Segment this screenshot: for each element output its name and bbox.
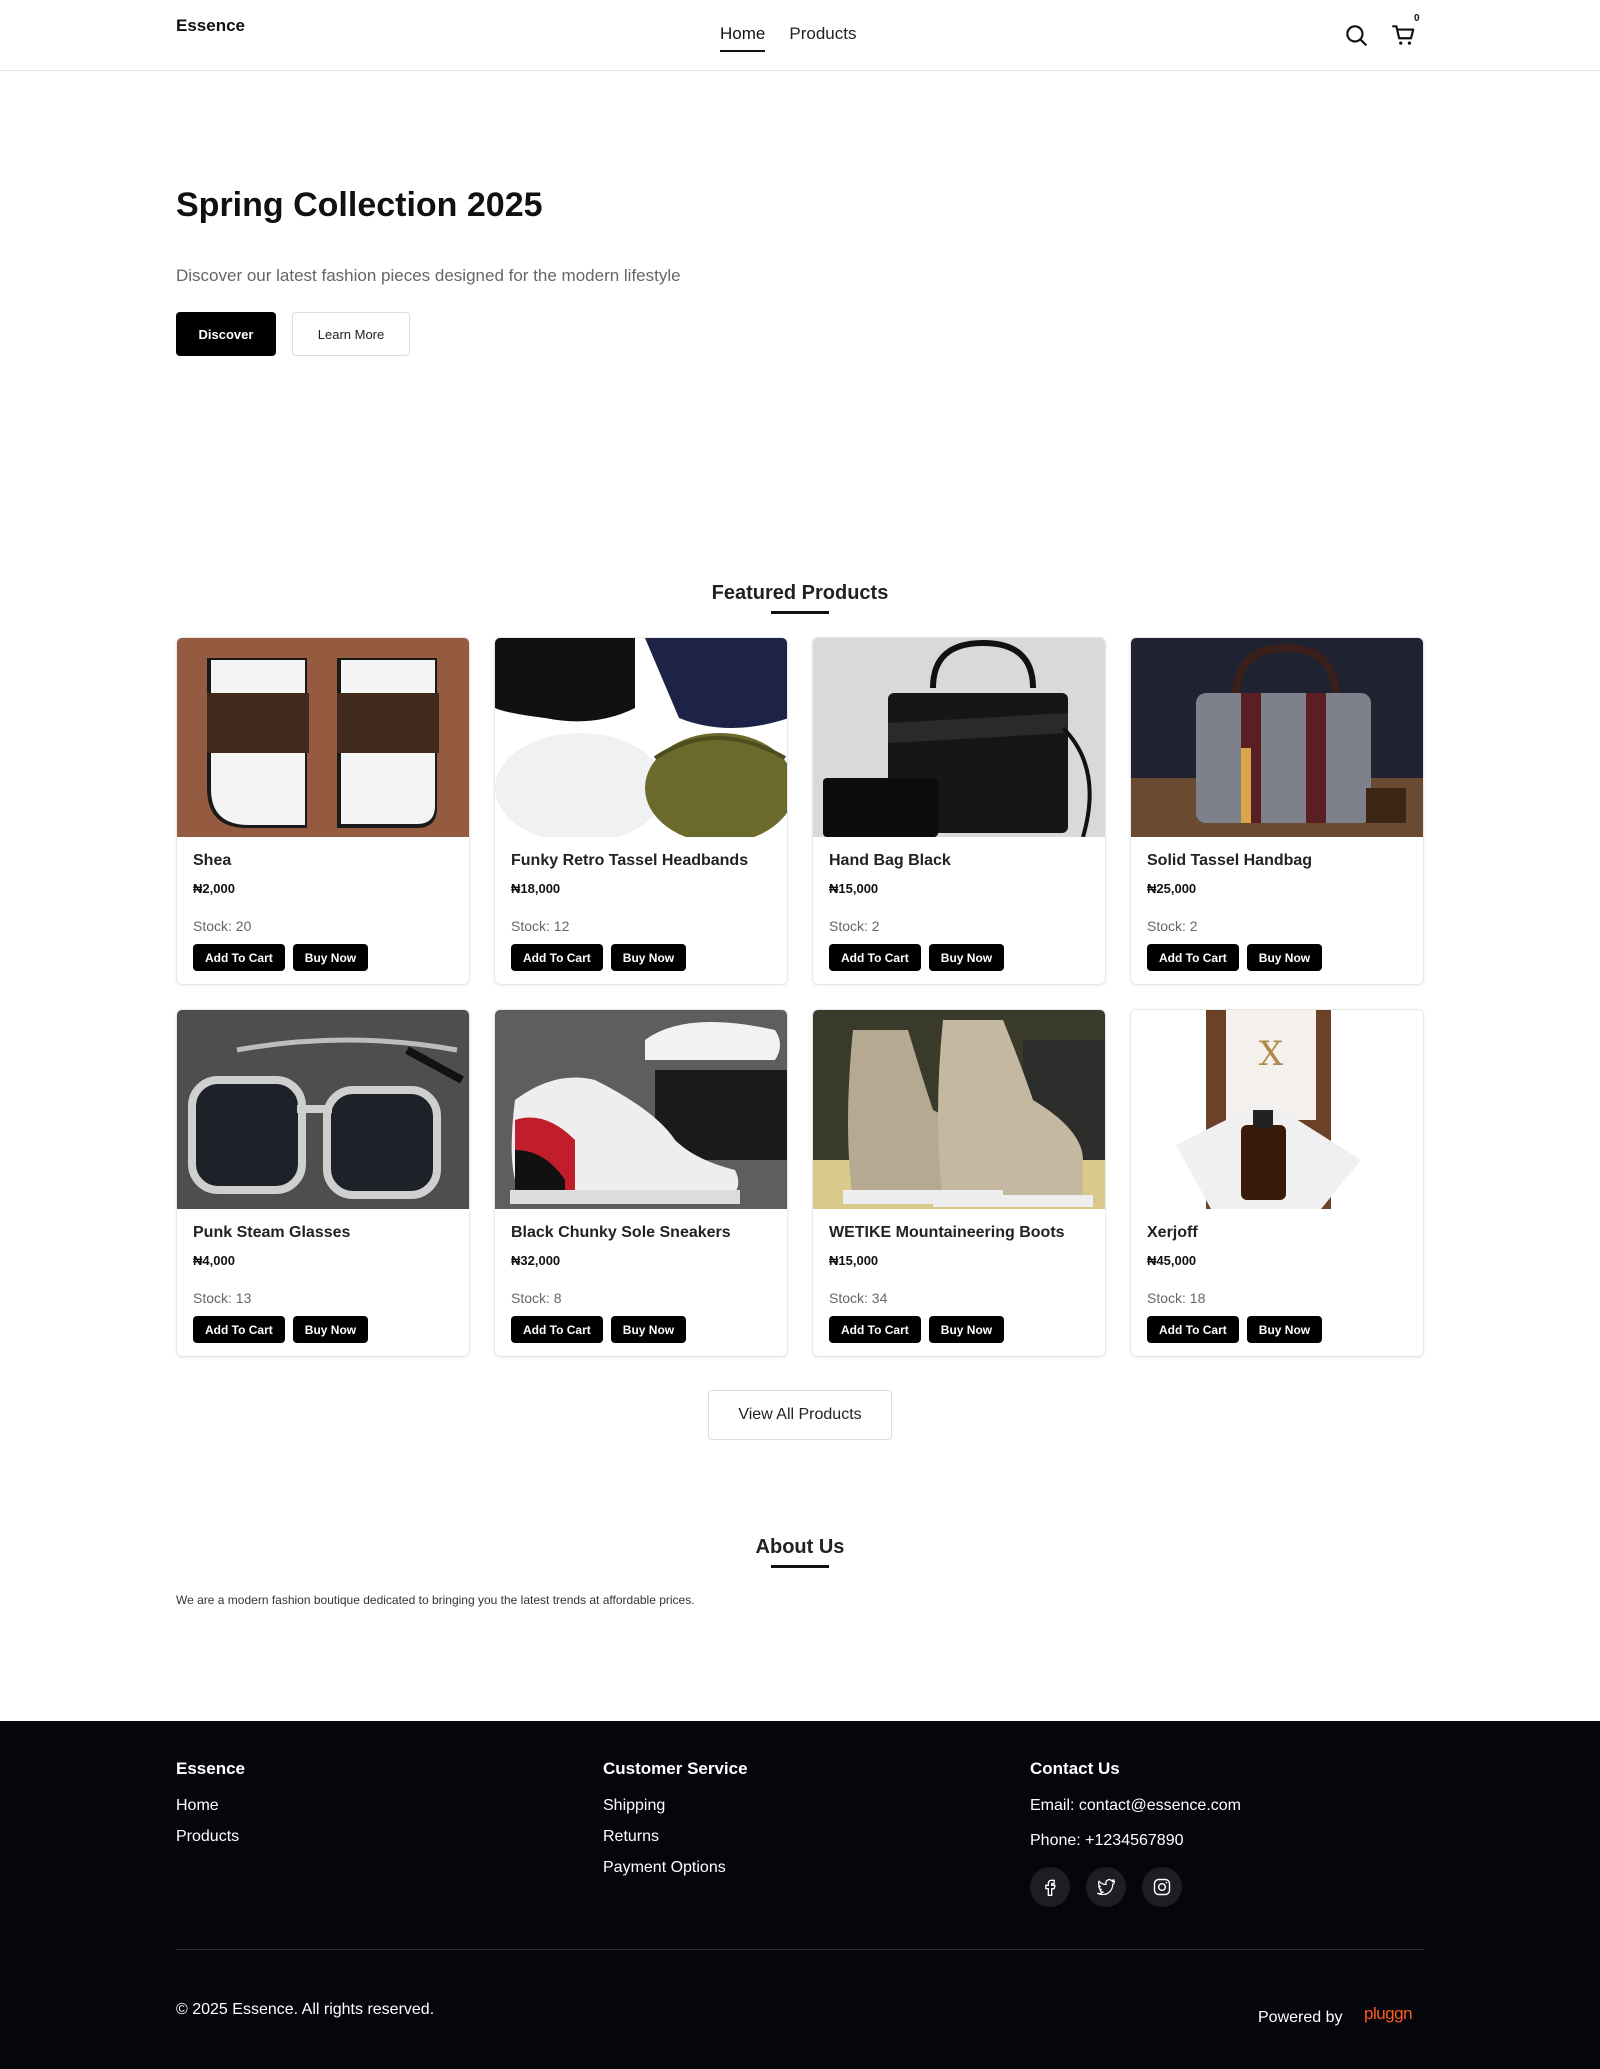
copyright-text: © 2025 Essence. All rights reserved.: [176, 2001, 435, 2018]
product-card[interactable]: Punk Steam Glasses ₦4,000 Stock: 13 Add …: [176, 1009, 470, 1357]
footer-col-customer-service: Customer Service Shipping Returns Paymen…: [603, 1759, 748, 1890]
site-header: Essence Home Products 0: [0, 0, 1600, 71]
product-price: ₦15,000: [829, 1253, 879, 1268]
product-stock: Stock: 20: [193, 918, 252, 934]
product-price: ₦2,000: [193, 881, 235, 896]
view-all-products-button[interactable]: View All Products: [708, 1390, 892, 1440]
product-price: ₦4,000: [193, 1253, 235, 1268]
product-card[interactable]: WETIKE Mountaineering Boots ₦15,000 Stoc…: [812, 1009, 1106, 1357]
product-image-tassel-handbag[interactable]: [1131, 638, 1424, 837]
buy-now-button[interactable]: Buy Now: [610, 1316, 687, 1343]
product-stock: Stock: 2: [1147, 918, 1198, 934]
product-stock: Stock: 18: [1147, 1290, 1206, 1306]
nav-products[interactable]: Products: [789, 24, 856, 52]
add-to-cart-button[interactable]: Add To Cart: [829, 1316, 921, 1343]
footer-link-products[interactable]: Products: [176, 1828, 245, 1846]
main-nav: Home Products: [720, 24, 856, 52]
product-card[interactable]: Black Chunky Sole Sneakers ₦32,000 Stock…: [494, 1009, 788, 1357]
add-to-cart-button[interactable]: Add To Cart: [1147, 1316, 1239, 1343]
social-links: [1030, 1867, 1241, 1907]
add-to-cart-button[interactable]: Add To Cart: [1147, 944, 1239, 971]
featured-title: Featured Products: [711, 582, 889, 604]
buy-now-button[interactable]: Buy Now: [1246, 1316, 1323, 1343]
footer-link-returns[interactable]: Returns: [603, 1828, 748, 1846]
product-card[interactable]: Shea ₦2,000 Stock: 20 Add To Cart Buy No…: [176, 637, 470, 985]
hero-title: Spring Collection 2025: [176, 186, 543, 224]
featured-title-underline: [771, 611, 829, 614]
about-title-underline: [771, 1565, 829, 1568]
product-image-sandals[interactable]: [177, 638, 470, 837]
buy-now-button[interactable]: Buy Now: [292, 1316, 369, 1343]
footer-link-payment-options[interactable]: Payment Options: [603, 1859, 748, 1877]
buy-now-button[interactable]: Buy Now: [928, 1316, 1005, 1343]
product-name[interactable]: WETIKE Mountaineering Boots: [829, 1224, 1065, 1242]
twitter-icon[interactable]: [1086, 1867, 1126, 1907]
footer-col-contact: Contact Us Email: contact@essence.com Ph…: [1030, 1759, 1241, 1907]
pluggn-logo[interactable]: pluggn: [1364, 2004, 1413, 2024]
product-price: ₦25,000: [1147, 881, 1197, 896]
add-to-cart-button[interactable]: Add To Cart: [193, 1316, 285, 1343]
footer-brand-title: Essence: [176, 1759, 245, 1778]
product-name[interactable]: Shea: [193, 852, 231, 870]
footer-email: Email: contact@essence.com: [1030, 1797, 1241, 1814]
about-title: About Us: [755, 1536, 845, 1558]
product-stock: Stock: 8: [511, 1290, 562, 1306]
product-image-glasses[interactable]: [177, 1010, 470, 1209]
hero-subtitle: Discover our latest fashion pieces desig…: [176, 266, 681, 285]
product-image-headbands[interactable]: [495, 638, 788, 837]
discover-button[interactable]: Discover: [176, 312, 276, 356]
nav-home[interactable]: Home: [720, 24, 766, 52]
product-image-perfume[interactable]: X: [1131, 1010, 1424, 1209]
product-grid: Shea ₦2,000 Stock: 20 Add To Cart Buy No…: [176, 637, 1424, 1357]
footer-cs-title: Customer Service: [603, 1759, 748, 1778]
product-stock: Stock: 13: [193, 1290, 252, 1306]
svg-text:X: X: [1259, 1034, 1284, 1074]
product-name[interactable]: Punk Steam Glasses: [193, 1224, 350, 1242]
product-stock: Stock: 34: [829, 1290, 888, 1306]
add-to-cart-button[interactable]: Add To Cart: [511, 944, 603, 971]
add-to-cart-button[interactable]: Add To Cart: [511, 1316, 603, 1343]
product-price: ₦15,000: [829, 881, 879, 896]
search-icon[interactable]: [1343, 22, 1369, 48]
product-card[interactable]: X Xerjoff ₦45,000 Stock: 18 Add To Cart …: [1130, 1009, 1424, 1357]
buy-now-button[interactable]: Buy Now: [928, 944, 1005, 971]
footer-divider: [176, 1949, 1424, 1950]
site-footer: Essence Home Products Customer Service S…: [0, 1721, 1600, 2069]
product-name[interactable]: Black Chunky Sole Sneakers: [511, 1224, 731, 1242]
buy-now-button[interactable]: Buy Now: [1246, 944, 1323, 971]
cart-icon[interactable]: [1391, 22, 1417, 48]
product-stock: Stock: 2: [829, 918, 880, 934]
footer-link-home[interactable]: Home: [176, 1797, 245, 1815]
product-price: ₦32,000: [511, 1253, 561, 1268]
product-card[interactable]: Hand Bag Black ₦15,000 Stock: 2 Add To C…: [812, 637, 1106, 985]
add-to-cart-button[interactable]: Add To Cart: [829, 944, 921, 971]
learn-more-button[interactable]: Learn More: [292, 312, 410, 356]
product-card[interactable]: Solid Tassel Handbag ₦25,000 Stock: 2 Ad…: [1130, 637, 1424, 985]
instagram-icon[interactable]: [1142, 1867, 1182, 1907]
footer-phone: Phone: +1234567890: [1030, 1832, 1184, 1849]
product-image-boots[interactable]: [813, 1010, 1106, 1209]
buy-now-button[interactable]: Buy Now: [610, 944, 687, 971]
brand-logo[interactable]: Essence: [176, 16, 245, 36]
product-image-sneakers[interactable]: [495, 1010, 788, 1209]
product-price: ₦18,000: [511, 881, 561, 896]
product-price: ₦45,000: [1147, 1253, 1197, 1268]
product-name[interactable]: Solid Tassel Handbag: [1147, 852, 1312, 870]
footer-link-shipping[interactable]: Shipping: [603, 1797, 748, 1815]
product-card[interactable]: Funky Retro Tassel Headbands ₦18,000 Sto…: [494, 637, 788, 985]
product-name[interactable]: Xerjoff: [1147, 1224, 1198, 1242]
buy-now-button[interactable]: Buy Now: [292, 944, 369, 971]
add-to-cart-button[interactable]: Add To Cart: [193, 944, 285, 971]
product-name[interactable]: Hand Bag Black: [829, 852, 951, 870]
footer-contact-title: Contact Us: [1030, 1759, 1120, 1778]
product-name[interactable]: Funky Retro Tassel Headbands: [511, 852, 748, 870]
footer-col-brand: Essence Home Products: [176, 1759, 245, 1859]
cart-count-badge: 0: [1414, 13, 1420, 24]
facebook-icon[interactable]: [1030, 1867, 1070, 1907]
about-text: We are a modern fashion boutique dedicat…: [176, 1593, 695, 1607]
product-image-black-handbag[interactable]: [813, 638, 1106, 837]
powered-by-label: Powered by: [1258, 2009, 1343, 2026]
product-stock: Stock: 12: [511, 918, 570, 934]
